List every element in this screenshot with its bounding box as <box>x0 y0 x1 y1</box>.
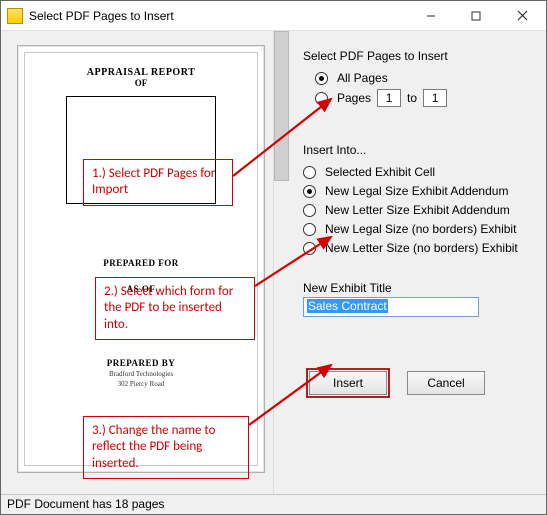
radio-icon <box>315 72 328 85</box>
button-row: Insert Cancel <box>303 371 522 395</box>
radio-selected-cell[interactable]: Selected Exhibit Cell <box>303 165 522 179</box>
page-to-input[interactable] <box>423 89 447 107</box>
insert-into-title: Insert Into... <box>303 143 522 157</box>
cancel-button[interactable]: Cancel <box>407 371 485 395</box>
close-button[interactable] <box>498 1 546 30</box>
titlebar: Select PDF Pages to Insert <box>1 1 546 31</box>
page-from-input[interactable] <box>377 89 401 107</box>
radio-letter-addendum[interactable]: New Letter Size Exhibit Addendum <box>303 203 522 217</box>
exhibit-title-input[interactable]: Sales Contract <box>303 297 479 317</box>
page-preview[interactable]: APPRAISAL REPORT OF PREPARED FOR AS OF P… <box>17 45 265 473</box>
insert-button[interactable]: Insert <box>309 371 387 395</box>
radio-icon <box>303 204 316 217</box>
radio-label: New Legal Size (no borders) Exhibit <box>325 222 516 236</box>
preview-photo-box <box>66 96 216 204</box>
exhibit-title-label: New Exhibit Title <box>303 281 522 295</box>
radio-page-range[interactable]: Pages to <box>315 89 522 107</box>
minimize-button[interactable] <box>408 1 453 30</box>
radio-icon <box>303 166 316 179</box>
radio-icon <box>303 223 316 236</box>
preview-address: 302 Piercy Road <box>25 380 257 388</box>
radio-label: Selected Exhibit Cell <box>325 165 435 179</box>
preview-title: APPRAISAL REPORT <box>25 67 257 78</box>
preview-prepared-by: PREPARED BY <box>25 358 257 368</box>
radio-label: Pages <box>337 91 371 105</box>
exhibit-title-value: Sales Contract <box>307 299 388 313</box>
preview-of: OF <box>25 78 257 88</box>
options-pane: Select PDF Pages to Insert All Pages Pag… <box>273 31 546 494</box>
radio-icon <box>303 242 316 255</box>
window-controls <box>408 1 546 30</box>
radio-legal-addendum[interactable]: New Legal Size Exhibit Addendum <box>303 184 522 198</box>
radio-icon <box>315 92 328 105</box>
radio-letter-noborders[interactable]: New Letter Size (no borders) Exhibit <box>303 241 522 255</box>
client-area: APPRAISAL REPORT OF PREPARED FOR AS OF P… <box>1 31 546 494</box>
window-title: Select PDF Pages to Insert <box>29 9 408 23</box>
app-icon <box>7 8 23 24</box>
preview-prepared-for: PREPARED FOR <box>25 258 257 268</box>
radio-icon <box>303 185 316 198</box>
radio-label: New Legal Size Exhibit Addendum <box>325 184 508 198</box>
preview-as-of: AS OF <box>25 284 257 294</box>
radio-all-pages[interactable]: All Pages <box>315 71 522 85</box>
radio-label: New Letter Size (no borders) Exhibit <box>325 241 518 255</box>
radio-label: New Letter Size Exhibit Addendum <box>325 203 510 217</box>
pages-group-title: Select PDF Pages to Insert <box>303 49 522 63</box>
preview-pane: APPRAISAL REPORT OF PREPARED FOR AS OF P… <box>1 31 273 494</box>
dialog-window: Select PDF Pages to Insert APPRAISAL REP… <box>0 0 547 515</box>
cancel-button-label: Cancel <box>427 376 464 390</box>
status-text: PDF Document has 18 pages <box>7 497 164 511</box>
maximize-button[interactable] <box>453 1 498 30</box>
radio-label: All Pages <box>337 71 388 85</box>
to-label: to <box>407 91 417 105</box>
preview-page-content: APPRAISAL REPORT OF PREPARED FOR AS OF P… <box>24 52 258 466</box>
preview-company: Bradford Technologies <box>25 370 257 378</box>
insert-button-label: Insert <box>333 376 363 390</box>
status-bar: PDF Document has 18 pages <box>1 494 546 514</box>
radio-legal-noborders[interactable]: New Legal Size (no borders) Exhibit <box>303 222 522 236</box>
